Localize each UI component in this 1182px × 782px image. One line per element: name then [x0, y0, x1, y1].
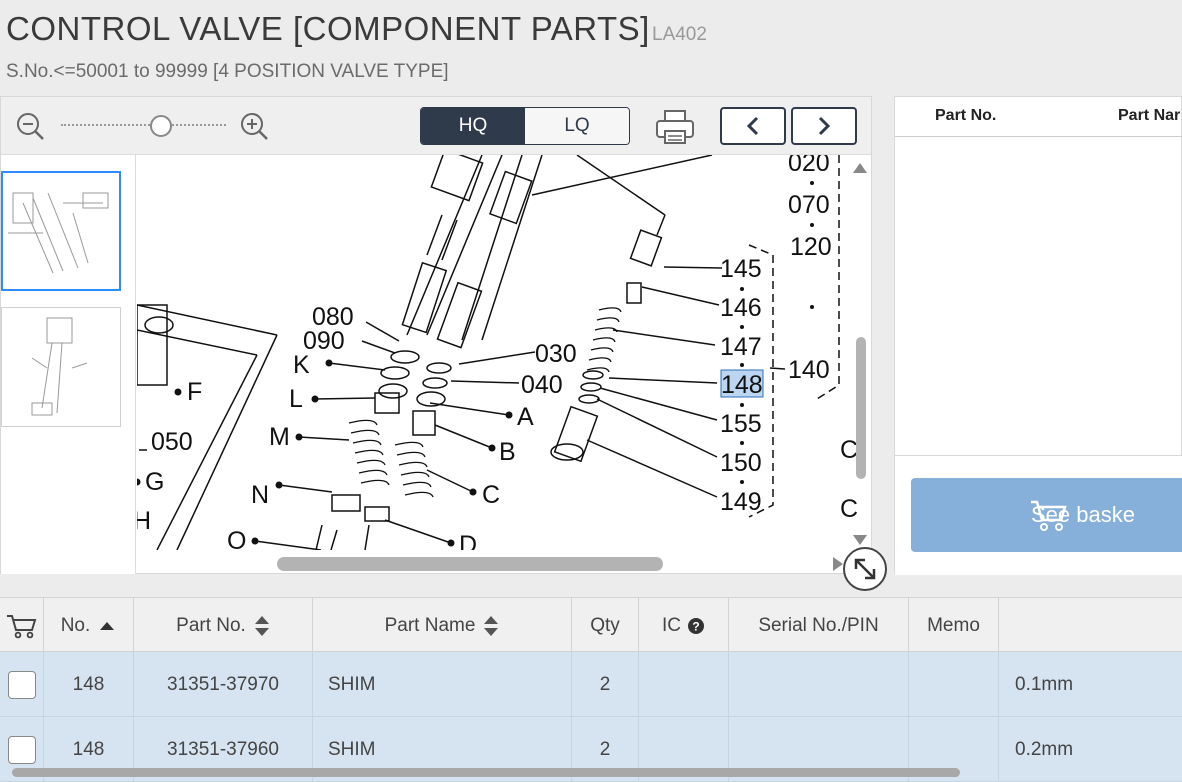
col-qty-label: Qty — [590, 614, 620, 636]
callout-150[interactable]: 150 — [720, 449, 762, 477]
next-page-button[interactable] — [791, 107, 857, 145]
row-select-checkbox[interactable] — [7, 670, 36, 699]
callout-N[interactable]: N — [251, 481, 269, 509]
callout-149[interactable]: 149 — [720, 488, 762, 516]
see-basket-button[interactable]: See baske — [911, 478, 1182, 552]
model-code: LA402 — [652, 24, 707, 45]
basket-header: Part No. Part Nar — [895, 97, 1182, 137]
diagram-thumbnail-2[interactable] — [1, 307, 121, 427]
callout-140[interactable]: 140 — [788, 356, 830, 384]
col-qty-header: Qty — [572, 598, 639, 653]
cart-icon — [6, 614, 36, 638]
diagram-viewer: HQ LQ 020 070 120 145 146 147 148 155 15… — [0, 96, 887, 591]
parts-table: No. Part No. Part Name Qty IC ? Serial N… — [0, 597, 1182, 782]
callout-030[interactable]: 030 — [535, 340, 577, 368]
cell-qty: 2 — [572, 652, 639, 717]
col-ic-header: IC ? — [639, 598, 729, 653]
sort-ascending-icon — [100, 621, 115, 630]
cell-part-no: 31351-37970 — [134, 652, 313, 717]
page-subtitle: S.No.<=50001 to 99999 [4 POSITION VALVE … — [6, 61, 449, 82]
svg-text:?: ? — [692, 619, 699, 633]
callout-O[interactable]: O — [227, 527, 246, 550]
table-row[interactable]: 148 31351-37970 SHIM 2 0.1mm — [0, 652, 1182, 717]
basket-col-part-name: Part Nar — [1118, 107, 1181, 124]
table-horizontal-scrollbar[interactable] — [12, 768, 960, 777]
callout-070[interactable]: 070 — [788, 191, 830, 219]
callout-146[interactable]: 146 — [720, 294, 762, 322]
col-no-label: No. — [60, 614, 91, 636]
callout-148[interactable]: 148 — [721, 371, 763, 399]
callout-D[interactable]: D — [459, 531, 477, 550]
callout-G[interactable]: G — [145, 468, 164, 496]
select-column-header[interactable] — [0, 598, 44, 653]
col-part-name-label: Part Name — [384, 614, 476, 636]
vertical-scrollbar[interactable] — [856, 337, 866, 479]
cart-icon — [1031, 500, 1067, 531]
callout-H[interactable]: H — [137, 507, 151, 535]
print-icon[interactable] — [655, 109, 695, 145]
sort-icon — [484, 615, 499, 636]
callout-020[interactable]: 020 — [788, 155, 830, 177]
thumbnail-strip — [1, 155, 136, 574]
cell-no: 148 — [44, 652, 134, 717]
callout-L[interactable]: L — [289, 385, 303, 413]
callout-040[interactable]: 040 — [521, 371, 563, 399]
cell-remarks: 0.2mm — [1015, 738, 1074, 760]
scroll-up-arrow-icon[interactable] — [852, 161, 868, 175]
parts-basket-panel: Part No. Part Nar See baske — [894, 96, 1182, 575]
callout-partial-2[interactable]: C — [840, 495, 858, 523]
horizontal-scrollbar[interactable] — [277, 557, 663, 571]
scroll-down-arrow-icon[interactable] — [852, 533, 868, 547]
help-icon[interactable]: ? — [687, 617, 705, 635]
basket-col-part-no: Part No. — [935, 107, 997, 124]
callout-147[interactable]: 147 — [720, 333, 762, 361]
zoom-slider-handle[interactable] — [150, 115, 172, 137]
col-serial-label: Serial No./PIN — [758, 614, 879, 636]
chevron-right-icon — [818, 116, 831, 136]
cell-part-name: SHIM — [313, 652, 572, 717]
expand-icon — [854, 558, 876, 580]
lq-button[interactable]: LQ — [525, 108, 629, 144]
previous-page-button[interactable] — [720, 107, 786, 145]
chevron-left-icon — [746, 116, 759, 136]
callout-120[interactable]: 120 — [790, 233, 832, 261]
callout-A[interactable]: A — [517, 403, 534, 431]
col-remarks-header — [999, 598, 1182, 653]
callout-F[interactable]: F — [187, 378, 202, 406]
col-part-no-label: Part No. — [176, 614, 246, 636]
zoom-out-icon[interactable] — [15, 111, 45, 141]
page-title: CONTROL VALVE [COMPONENT PARTS] — [6, 10, 650, 47]
col-ic-label: IC — [662, 614, 681, 636]
viewer-toolbar: HQ LQ — [1, 97, 871, 155]
cell-memo — [909, 652, 999, 717]
sort-icon — [254, 615, 269, 636]
callout-145[interactable]: 145 — [720, 255, 762, 283]
col-part-no-header[interactable]: Part No. — [134, 598, 313, 653]
row-select-checkbox[interactable] — [7, 735, 36, 764]
cell-ic — [639, 652, 729, 717]
callout-155[interactable]: 155 — [720, 410, 762, 438]
expand-viewer-button[interactable] — [843, 547, 887, 591]
diagram-thumbnail-1[interactable] — [1, 171, 121, 291]
callout-K[interactable]: K — [293, 351, 310, 379]
callout-050[interactable]: 050 — [151, 428, 193, 456]
cell-remarks: 0.1mm — [1015, 673, 1074, 695]
basket-footer: See baske — [895, 455, 1182, 575]
zoom-slider-track[interactable] — [61, 124, 226, 128]
col-no-header[interactable]: No. — [44, 598, 134, 653]
parts-table-header: No. Part No. Part Name Qty IC ? Serial N… — [0, 597, 1182, 653]
col-memo-header: Memo — [909, 598, 999, 653]
cell-serial — [729, 652, 909, 717]
callout-B[interactable]: B — [499, 438, 516, 466]
hq-button[interactable]: HQ — [421, 108, 525, 144]
quality-toggle: HQ LQ — [420, 107, 630, 145]
callout-M[interactable]: M — [269, 423, 290, 451]
col-memo-label: Memo — [927, 614, 980, 636]
exploded-parts-diagram[interactable]: 020 070 120 145 146 147 148 155 150 149 … — [137, 155, 870, 550]
col-part-name-header[interactable]: Part Name — [313, 598, 572, 653]
col-serial-header: Serial No./PIN — [729, 598, 909, 653]
zoom-in-icon[interactable] — [239, 111, 269, 141]
callout-C[interactable]: C — [482, 481, 500, 509]
